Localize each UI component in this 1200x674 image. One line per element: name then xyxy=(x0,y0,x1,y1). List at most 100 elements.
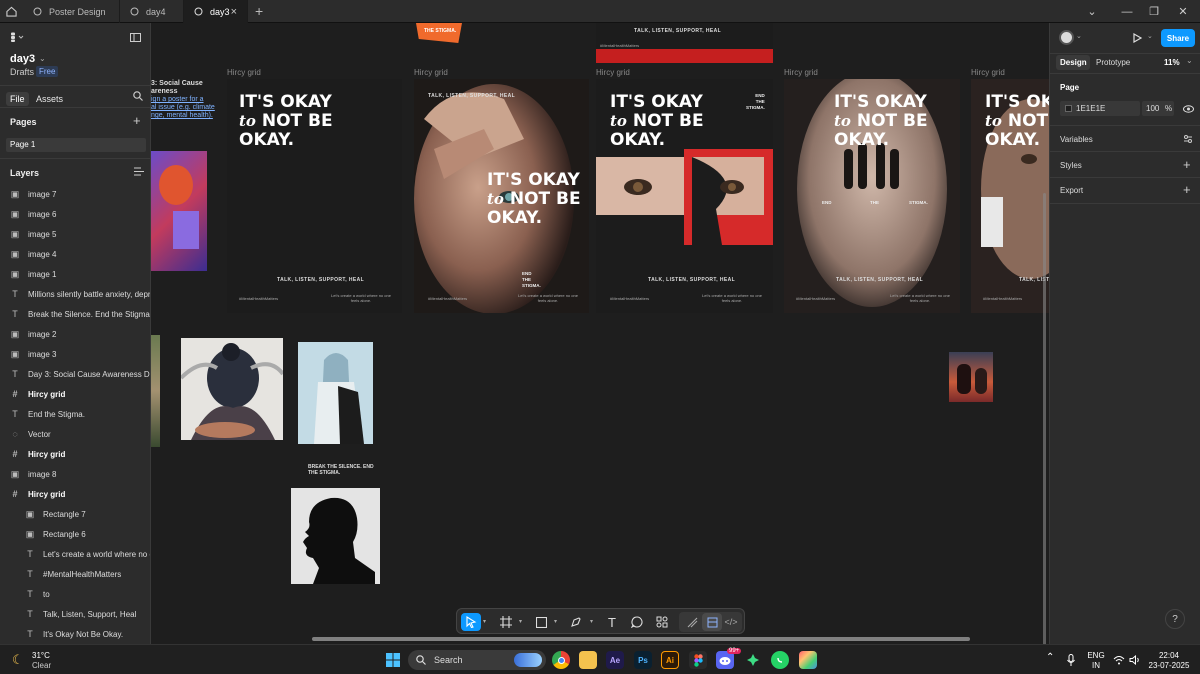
opacity-value[interactable]: 100 xyxy=(1146,104,1159,113)
layer-row[interactable]: ▣ image 5 xyxy=(0,224,150,244)
eye-icon[interactable] xyxy=(1183,104,1194,116)
vertical-scrollbar[interactable] xyxy=(1043,193,1046,644)
after-effects-icon[interactable]: Ae xyxy=(606,651,624,669)
image-7[interactable] xyxy=(151,151,207,271)
present-icon[interactable] xyxy=(1133,32,1143,46)
toggle-sidebar-icon[interactable] xyxy=(130,33,141,45)
whatsapp-icon[interactable] xyxy=(771,651,789,669)
frame-label[interactable]: Hircy grid xyxy=(227,68,261,77)
chevron-down-icon[interactable]: ⌄ xyxy=(1186,56,1193,65)
poster-frame-2[interactable]: TALK, LISTEN, SUPPORT, HEAL IT'S OKAY to… xyxy=(414,79,589,313)
microphone-icon[interactable] xyxy=(1067,654,1075,669)
avatar[interactable] xyxy=(1059,30,1074,45)
chevron-up-icon[interactable]: ⌃ xyxy=(1046,653,1054,663)
windows-start-icon[interactable] xyxy=(384,651,402,669)
zoom-level[interactable]: 11% xyxy=(1164,58,1180,67)
tab-day4[interactable]: day4 xyxy=(120,0,184,23)
chevron-down-icon[interactable]: ⌄ xyxy=(1076,32,1082,40)
move-tool[interactable] xyxy=(461,613,481,631)
tab-day3[interactable]: day3 × xyxy=(184,0,248,23)
horizontal-scrollbar[interactable] xyxy=(312,637,970,641)
draw-mode[interactable] xyxy=(682,613,702,631)
frame-label[interactable]: Hircy grid xyxy=(596,68,630,77)
dev-mode[interactable]: </> xyxy=(721,613,741,631)
color-swatch[interactable] xyxy=(1065,105,1072,112)
canvas[interactable]: THE STIGMA. TALK, LISTEN, SUPPORT, HEAL … xyxy=(151,23,1049,644)
layer-row[interactable]: ▣ Rectangle 6 xyxy=(0,524,150,544)
top-sticker[interactable]: THE STIGMA. xyxy=(416,23,462,43)
figma-icon[interactable] xyxy=(689,651,707,669)
frame-label[interactable]: Hircy grid xyxy=(414,68,448,77)
image-3[interactable] xyxy=(298,342,373,444)
poster-frame-4[interactable]: IT'S OKAY to NOT BE OKAY. END THE STIGMA… xyxy=(784,79,960,313)
layer-row[interactable]: T Break the Silence. End the Stigma. xyxy=(0,304,150,324)
taskbar-search[interactable]: Search xyxy=(408,650,546,670)
layer-row[interactable]: T Millions silently battle anxiety, depre… xyxy=(0,284,150,304)
poster-frame-5[interactable]: IT'S OKAY to NOT BE OKAY. TALK, LISTEN, … xyxy=(971,79,1049,313)
file-name[interactable]: day3 xyxy=(10,53,35,65)
photoshop-icon[interactable]: Ps xyxy=(634,651,652,669)
layer-row[interactable]: ▣ image 4 xyxy=(0,244,150,264)
actions-tool[interactable] xyxy=(652,613,672,631)
volume-icon[interactable] xyxy=(1129,654,1141,668)
add-page-icon[interactable]: + xyxy=(133,113,141,128)
layer-row[interactable]: ▣ image 6 xyxy=(0,204,150,224)
layer-row[interactable]: T Let's create a world where no one xyxy=(0,544,150,564)
weather-icon[interactable]: ☾ xyxy=(12,652,24,668)
poster-frame-1[interactable]: IT'S OKAY to NOT BE OKAY. TALK, LISTEN, … xyxy=(227,79,402,313)
layer-row[interactable]: ▣ image 7 xyxy=(0,184,150,204)
search-icon[interactable] xyxy=(133,91,143,104)
main-menu-icon[interactable] xyxy=(10,32,24,45)
add-tab-icon[interactable]: + xyxy=(255,3,263,19)
layer-row[interactable]: ▣ Rectangle 7 xyxy=(0,504,150,524)
chevron-down-icon[interactable]: ⌄ xyxy=(1147,32,1153,40)
tab-poster-design[interactable]: Poster Design xyxy=(23,0,120,23)
bg-hex[interactable]: 1E1E1E xyxy=(1076,104,1105,113)
layer-row[interactable]: # Hircy grid xyxy=(0,384,150,404)
break-silence-text[interactable]: BREAK THE SILENCE. END THE STIGMA. xyxy=(308,464,378,476)
chevron-down-icon[interactable]: ▾ xyxy=(483,618,486,625)
photos-icon[interactable] xyxy=(799,651,817,669)
variables-icon[interactable] xyxy=(1183,134,1193,147)
add-style-icon[interactable]: + xyxy=(1183,157,1191,172)
layer-row[interactable]: Tto xyxy=(0,584,150,604)
illustrator-icon[interactable]: Ai xyxy=(661,651,679,669)
poster-frame-3[interactable]: IT'S OKAY to NOT BE OKAY. END THE STIGMA… xyxy=(596,79,773,313)
layer-row[interactable]: T It's Okay Not Be Okay. xyxy=(0,624,150,644)
layer-row[interactable]: ▣ image 2 xyxy=(0,324,150,344)
comment-tool[interactable] xyxy=(627,613,647,631)
close-icon[interactable]: × xyxy=(231,6,237,18)
close-window-icon[interactable]: ✕ xyxy=(1166,0,1200,23)
home-icon[interactable] xyxy=(0,0,23,23)
language-indicator[interactable]: ENG xyxy=(1084,651,1108,661)
add-export-icon[interactable]: + xyxy=(1183,182,1191,197)
page-item[interactable]: Page 1 xyxy=(6,138,146,152)
wifi-icon[interactable] xyxy=(1113,655,1125,668)
chevron-down-icon[interactable]: ⌄ xyxy=(1075,0,1109,23)
layer-row[interactable]: ▣ image 1 xyxy=(0,264,150,284)
pen-tool[interactable] xyxy=(566,613,586,631)
share-button[interactable]: Share xyxy=(1161,29,1195,47)
image-8[interactable] xyxy=(949,352,993,402)
frame-label[interactable]: Hircy grid xyxy=(971,68,1005,77)
image-6[interactable] xyxy=(151,335,160,447)
layer-row[interactable]: ▣ image 3 xyxy=(0,344,150,364)
collapse-layers-icon[interactable] xyxy=(134,167,144,179)
frame-tool[interactable] xyxy=(496,613,516,631)
shape-tool[interactable] xyxy=(531,613,551,631)
tab-file[interactable]: File xyxy=(6,92,29,106)
frame-label[interactable]: Hircy grid xyxy=(784,68,818,77)
layer-row[interactable]: T #MentalHealthMatters xyxy=(0,564,150,584)
layer-row[interactable]: T End the Stigma. xyxy=(0,404,150,424)
layer-row[interactable]: # Hircy grid xyxy=(0,444,150,464)
chevron-down-icon[interactable]: ▾ xyxy=(519,618,522,625)
layer-row[interactable]: T Talk, Listen, Support, Heal xyxy=(0,604,150,624)
weather-temp[interactable]: 31°C xyxy=(32,651,50,661)
image-2[interactable] xyxy=(181,338,283,440)
help-button[interactable]: ? xyxy=(1165,609,1185,629)
chevron-down-icon[interactable]: ▾ xyxy=(590,618,593,625)
layer-row[interactable]: T Day 3: Social Cause Awareness De... xyxy=(0,364,150,384)
vector-silhouette[interactable] xyxy=(291,488,380,584)
top-poster-red[interactable]: TALK, LISTEN, SUPPORT, HEAL #MentalHealt… xyxy=(596,23,773,63)
clock-time[interactable]: 22:04 xyxy=(1144,651,1194,661)
